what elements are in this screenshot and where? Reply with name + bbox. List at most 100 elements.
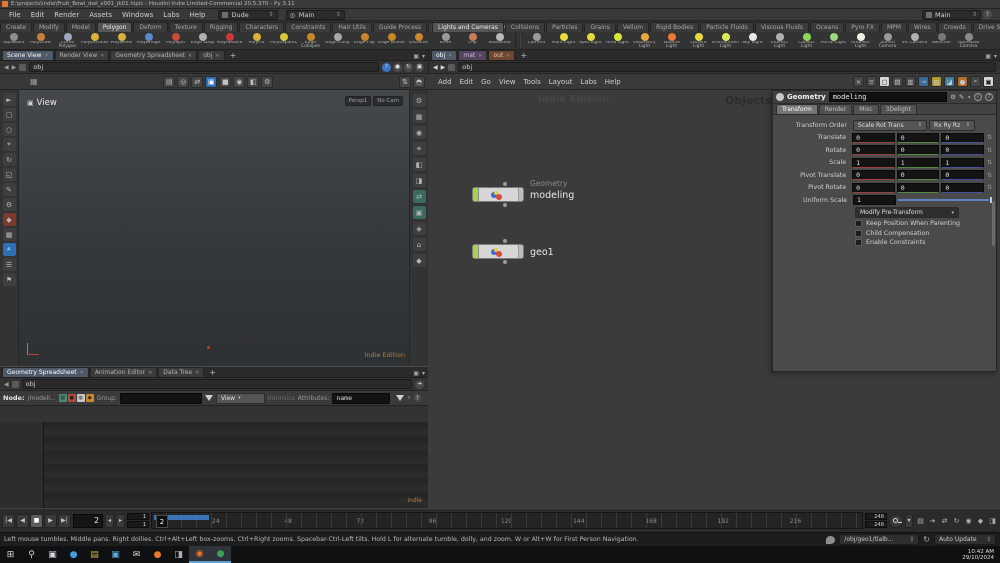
help-icon[interactable]: ? bbox=[983, 10, 992, 19]
close-icon[interactable]: ✕ bbox=[44, 53, 48, 59]
taskbar-icon[interactable]: ● bbox=[210, 546, 231, 563]
playbar-option-icon[interactable]: ▤ bbox=[915, 514, 926, 527]
network-toolbar-icon[interactable]: ▣ bbox=[983, 76, 994, 87]
viewport-tool-icon[interactable]: ◆ bbox=[3, 213, 16, 226]
shelf-tab[interactable]: Model bbox=[66, 22, 96, 32]
menu-item[interactable]: Help bbox=[185, 10, 211, 20]
persp-selector[interactable]: Persp1 bbox=[345, 96, 372, 106]
new-pane-tab-button[interactable]: + bbox=[226, 51, 241, 60]
shelf-tab[interactable]: Hair Utils bbox=[332, 22, 371, 32]
menu-item[interactable]: Edit bbox=[26, 10, 50, 20]
spreadsheet-mini-icon[interactable]: ◍ bbox=[77, 394, 85, 402]
param-field-x[interactable]: 1 bbox=[852, 158, 895, 168]
pane-menu-icon[interactable]: ▾ bbox=[994, 53, 997, 60]
menu-item[interactable]: Go bbox=[477, 78, 495, 86]
shelf-tab[interactable]: Modify bbox=[33, 22, 65, 32]
shelf-tool[interactable]: Point Light bbox=[550, 32, 577, 49]
spreadsheet-path-field[interactable]: obj bbox=[22, 379, 412, 389]
shelf-tool[interactable]: PolySplit bbox=[162, 32, 189, 49]
param-field-z[interactable]: 1 bbox=[941, 158, 984, 168]
shelf-tool[interactable]: Area Light bbox=[604, 32, 631, 49]
global-end-field[interactable]: 240 bbox=[865, 521, 887, 528]
node-name-label[interactable]: geo1 bbox=[530, 247, 554, 258]
network-toolbar-icon[interactable]: ◪ bbox=[944, 76, 955, 87]
pane-tab[interactable]: Scene View ✕ bbox=[2, 50, 54, 60]
playbar-option-icon[interactable]: ◨ bbox=[987, 514, 998, 527]
menu-item[interactable]: Layout bbox=[545, 78, 577, 86]
node-name-field[interactable]: modeling bbox=[829, 92, 947, 102]
playbar-option-icon[interactable]: ◉ bbox=[963, 514, 974, 527]
display-option-icon[interactable]: ◨ bbox=[413, 174, 426, 187]
param-field-z[interactable]: 0 bbox=[941, 183, 984, 193]
timeline-ruler[interactable]: 2 24487296120144168192216 bbox=[151, 512, 863, 529]
close-icon[interactable]: ✕ bbox=[80, 370, 84, 376]
playhead[interactable]: 2 bbox=[156, 515, 168, 528]
taskbar-clock[interactable]: 10:42 AM 29/10/2024 bbox=[962, 549, 1000, 561]
shelf-tab[interactable]: Particle Fluids bbox=[700, 22, 754, 32]
pathbar-icon[interactable]: ? bbox=[382, 63, 391, 72]
shelf-tool[interactable]: Edge Divide bbox=[378, 32, 405, 49]
shelf-tool[interactable]: PolyBridge bbox=[135, 32, 162, 49]
rotate-order-dropdown[interactable]: Rx Ry Rz ⇕ bbox=[929, 120, 975, 131]
range-start-field[interactable]: 1 bbox=[127, 513, 149, 520]
display-option-icon[interactable]: ◆ bbox=[413, 254, 426, 267]
transport-button[interactable]: ▶ bbox=[44, 514, 57, 528]
view-dropdown[interactable]: View ▾ bbox=[216, 393, 265, 404]
shelf-tab[interactable]: Texture bbox=[169, 22, 203, 32]
taskbar-icon[interactable]: ◨ bbox=[168, 546, 189, 563]
taskbar-icon[interactable]: ▣ bbox=[42, 546, 63, 563]
attributes-input[interactable]: name bbox=[332, 393, 390, 404]
uniform-scale-slider[interactable] bbox=[898, 195, 992, 205]
display-option-icon[interactable]: ⌂ bbox=[413, 238, 426, 251]
spreadsheet-table[interactable]: indie bbox=[0, 422, 428, 508]
shelf-tool[interactable]: Edge Collapse bbox=[297, 32, 324, 49]
close-icon[interactable]: ✕ bbox=[506, 53, 510, 59]
display-option-icon[interactable]: ◈ bbox=[413, 222, 426, 235]
viewport-tool-icon[interactable]: ☰ bbox=[3, 258, 16, 271]
close-icon[interactable]: ✕ bbox=[448, 53, 452, 59]
transform-order-dropdown[interactable]: Scale Rot Trans ⇕ bbox=[853, 120, 927, 131]
transport-button[interactable]: ▶| bbox=[58, 514, 71, 528]
spinner-icon[interactable]: ⇕ bbox=[972, 11, 977, 18]
shelf-tab[interactable]: Viscous Fluids bbox=[755, 22, 809, 32]
filter-icon[interactable] bbox=[396, 395, 404, 401]
viewport-toolbar-icon[interactable]: ◉ bbox=[233, 76, 245, 88]
range-end-field[interactable]: 240 bbox=[865, 513, 887, 520]
path-flag-icon[interactable] bbox=[19, 64, 26, 71]
grid-icon[interactable]: ▦ bbox=[30, 77, 38, 86]
shelf-tool[interactable]: PolyExtrude bbox=[81, 32, 108, 49]
param-field-x[interactable]: 0 bbox=[852, 133, 895, 143]
checkbox[interactable] bbox=[855, 220, 862, 227]
param-field-y[interactable]: 0 bbox=[897, 145, 940, 155]
taskbar-icon[interactable]: ✉ bbox=[126, 546, 147, 563]
display-option-icon[interactable]: ▦ bbox=[413, 110, 426, 123]
filter-icon[interactable] bbox=[205, 395, 213, 401]
shelf-tab[interactable]: Deform bbox=[133, 22, 167, 32]
viewport-toolbar-icon[interactable]: ■ bbox=[219, 76, 231, 88]
path-flag-icon[interactable] bbox=[448, 64, 455, 71]
pane-tab[interactable]: out ✕ bbox=[488, 50, 515, 60]
shelf-tool[interactable]: Curve Polygon bbox=[54, 32, 81, 49]
transport-button[interactable]: ■ bbox=[30, 514, 43, 528]
pane-tab[interactable]: Geometry Spreadsheet ✕ bbox=[110, 50, 197, 60]
taskbar-icon[interactable]: ▣ bbox=[105, 546, 126, 563]
shelf-set-selector[interactable]: Dude ⇕ bbox=[218, 10, 277, 20]
viewport-tool-icon[interactable]: ⚑ bbox=[3, 273, 16, 286]
viewport-tool-icon[interactable]: ▦ bbox=[3, 228, 16, 241]
viewport-toolbar-icon[interactable]: ⇄ bbox=[191, 76, 203, 88]
param-field-y[interactable]: 0 bbox=[897, 170, 940, 180]
shelf-tab[interactable]: Pyro FX bbox=[845, 22, 880, 32]
input-connector[interactable] bbox=[503, 239, 507, 243]
viewport-toolbar-icon[interactable]: ◎ bbox=[177, 76, 189, 88]
shelf-tool[interactable]: Environment Light bbox=[712, 32, 739, 49]
shelf-tool[interactable]: Distant Light bbox=[685, 32, 712, 49]
close-icon[interactable]: ✕ bbox=[148, 370, 152, 376]
node-body[interactable] bbox=[479, 245, 518, 258]
param-field-z[interactable]: 0 bbox=[941, 133, 984, 143]
shelf-tool[interactable]: Spot Light bbox=[577, 32, 604, 49]
viewport-toolbar-icon[interactable]: ◧ bbox=[247, 76, 259, 88]
shelf-tool[interactable]: PolyDraw bbox=[27, 32, 54, 49]
shelf-tab[interactable]: Create bbox=[0, 22, 32, 32]
close-icon[interactable]: ✕ bbox=[478, 53, 482, 59]
spreadsheet-mini-icon[interactable]: ● bbox=[68, 394, 76, 402]
